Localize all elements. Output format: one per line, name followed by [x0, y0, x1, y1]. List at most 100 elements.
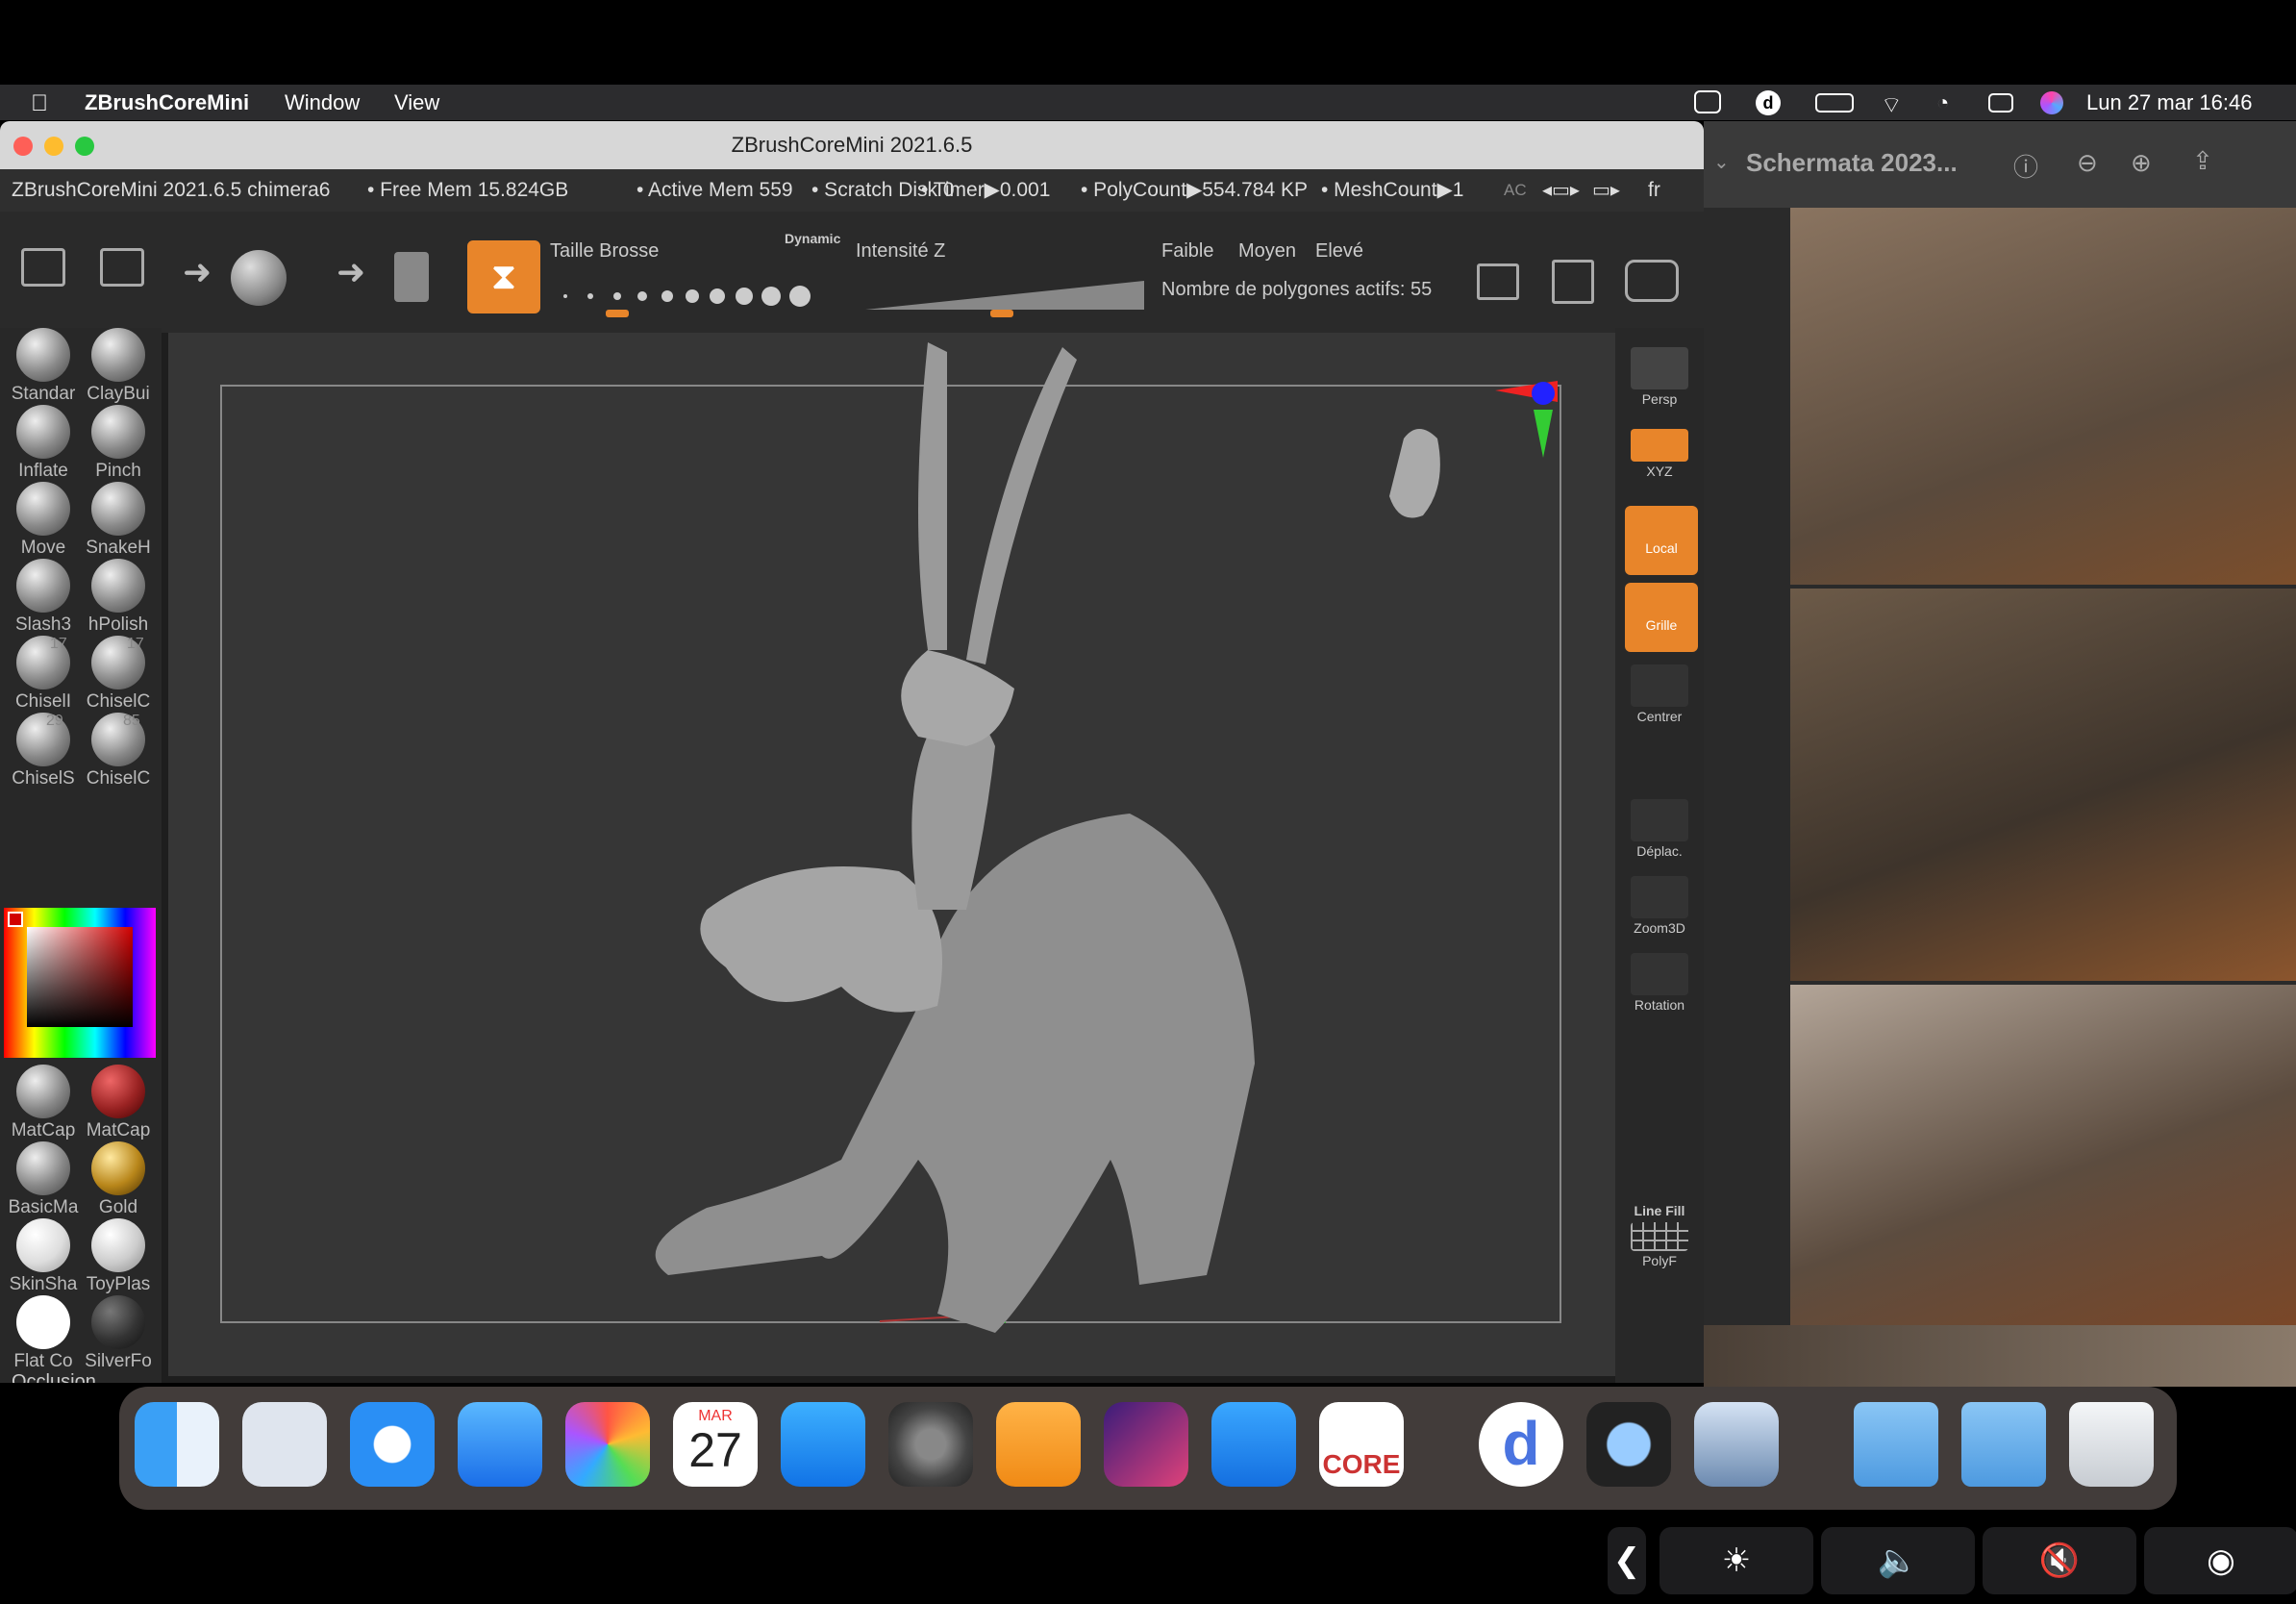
pages-icon[interactable] — [996, 1402, 1081, 1487]
system-settings-icon[interactable] — [888, 1402, 973, 1487]
brush-pinch[interactable]: Pinch — [81, 405, 156, 482]
brightness-icon[interactable]: ☀ — [1660, 1527, 1813, 1594]
occlusion-label[interactable]: Occlusion — [12, 1371, 96, 1383]
arrow-right-icon[interactable]: ➜ — [183, 252, 212, 292]
document-icon[interactable] — [1552, 260, 1594, 304]
level-mid-button[interactable]: Moyen — [1238, 240, 1296, 263]
photo-thumbnail-3[interactable] — [1790, 985, 2296, 1325]
xyz-button[interactable]: XYZ — [1623, 429, 1696, 479]
close-icon[interactable] — [13, 137, 33, 156]
brush-inflate[interactable]: Inflate — [6, 405, 81, 482]
apple-icon[interactable]:  — [31, 90, 48, 117]
mute-icon[interactable]: 🔇 — [1983, 1527, 2136, 1594]
battery-icon[interactable] — [1815, 93, 1854, 113]
color-picker[interactable] — [4, 908, 156, 1058]
symmetry-button[interactable]: ⧗ — [467, 240, 540, 313]
zoom-icon[interactable] — [75, 137, 94, 156]
share-icon[interactable]: ⇪ — [2192, 146, 2213, 176]
material-icon[interactable] — [394, 252, 429, 302]
brush-snakehook[interactable]: SnakeH — [81, 482, 156, 559]
material-matcap1[interactable]: MatCap — [6, 1065, 81, 1141]
menu-app-name[interactable]: ZBrushCoreMini — [85, 90, 249, 115]
material-silverfoil[interactable]: SilverFo — [81, 1295, 156, 1372]
brush-chisel1[interactable]: ChiselI — [6, 636, 81, 713]
photo-thumbnail-1[interactable] — [1790, 208, 2296, 585]
brush-standard[interactable]: Standar — [6, 328, 81, 405]
clock[interactable]: Lun 27 mar 16:46 — [2086, 90, 2252, 115]
brush-size-slider[interactable] — [562, 281, 831, 317]
safari-icon[interactable] — [350, 1402, 435, 1487]
z-intensity-slider[interactable] — [865, 277, 1146, 323]
sculpt-canvas[interactable] — [168, 333, 1615, 1376]
color-swatch[interactable] — [8, 912, 23, 927]
layout-icon[interactable]: ◂▭▸ — [1542, 169, 1580, 212]
rotation-button[interactable]: Rotation — [1623, 953, 1696, 1013]
wifi-icon[interactable]: ⌔ — [1881, 90, 1903, 119]
volume-icon[interactable]: 🔈 — [1821, 1527, 1975, 1594]
save-icon[interactable] — [100, 248, 144, 287]
local-button[interactable]: Local — [1625, 506, 1698, 575]
language[interactable]: fr — [1648, 169, 1660, 212]
arrow-right2-icon[interactable]: ➜ — [337, 252, 365, 292]
app-store-icon[interactable] — [781, 1402, 865, 1487]
menu-window[interactable]: Window — [285, 90, 360, 115]
camera-icon[interactable] — [1625, 260, 1679, 302]
quicktime-icon[interactable] — [1586, 1402, 1671, 1487]
material-basic[interactable]: BasicMa — [6, 1141, 81, 1218]
center-button[interactable]: Centrer — [1623, 664, 1696, 724]
material-gold[interactable]: Gold — [81, 1141, 156, 1218]
minimize-icon[interactable] — [44, 137, 63, 156]
d-app-icon[interactable]: d — [1479, 1402, 1563, 1487]
mail-icon[interactable] — [458, 1402, 542, 1487]
calendar-icon[interactable]: MAR 27 — [673, 1402, 758, 1487]
zoom-out-icon[interactable]: ⊖ — [2077, 148, 2098, 178]
level-high-button[interactable]: Elevé — [1315, 240, 1363, 263]
image-icon[interactable] — [1477, 263, 1519, 300]
trash-icon[interactable] — [2069, 1402, 2154, 1487]
siri-icon[interactable] — [2040, 91, 2063, 114]
level-low-button[interactable]: Faible — [1161, 240, 1213, 263]
control-center-icon[interactable] — [1988, 93, 2013, 113]
material-toyplastic[interactable]: ToyPlas — [81, 1218, 156, 1295]
persp-button[interactable]: Persp — [1623, 347, 1696, 407]
menu-extra-icon[interactable] — [1694, 90, 1721, 113]
photos-icon[interactable] — [565, 1402, 650, 1487]
move-button[interactable]: Déplac. — [1623, 799, 1696, 859]
brush-chisel2[interactable]: ChiselC — [81, 636, 156, 713]
finder-icon[interactable] — [135, 1402, 219, 1487]
zoom-in-icon[interactable]: ⊕ — [2131, 148, 2152, 178]
zbrushcore-icon[interactable]: CORE — [1319, 1402, 1404, 1487]
grid-button[interactable]: Grille — [1625, 583, 1698, 652]
preview-app-icon[interactable] — [1694, 1402, 1779, 1487]
open-icon[interactable] — [21, 248, 65, 287]
home-app-icon[interactable] — [1104, 1402, 1188, 1487]
menu-view[interactable]: View — [394, 90, 439, 115]
downloads-folder-icon[interactable] — [1854, 1402, 1938, 1487]
polyf-button[interactable]: PolyF — [1623, 1222, 1696, 1268]
brush-claybuildup[interactable]: ClayBui — [81, 328, 156, 405]
brush-slash3[interactable]: Slash3 — [6, 559, 81, 636]
material-skinshade[interactable]: SkinSha — [6, 1218, 81, 1295]
sidebar-toggle-icon[interactable]: ⌄ — [1713, 150, 1730, 174]
material-flatcolor[interactable]: Flat Co — [6, 1295, 81, 1372]
brush-chisel3[interactable]: ChiselS — [6, 713, 81, 789]
brush-move[interactable]: Move — [6, 482, 81, 559]
info-icon[interactable]: ⓘ — [2013, 148, 2038, 184]
user-icon[interactable]: ◔ — [1936, 90, 1949, 115]
applications-folder-icon[interactable] — [1961, 1402, 2046, 1487]
sphere-icon[interactable] — [231, 250, 287, 306]
zoom3d-button[interactable]: Zoom3D — [1623, 876, 1696, 936]
siri-touchbar-icon[interactable]: ◉ — [2144, 1527, 2296, 1594]
canvas-viewport[interactable] — [168, 333, 1615, 1376]
brush-chisel4[interactable]: ChiselC — [81, 713, 156, 789]
d-status-icon[interactable]: d — [1756, 90, 1781, 115]
photo-thumbnail-2[interactable] — [1790, 589, 2296, 981]
material-matcap2[interactable]: MatCap — [81, 1065, 156, 1141]
brush-hpolish[interactable]: hPolish — [81, 559, 156, 636]
keynote-icon[interactable] — [1211, 1402, 1296, 1487]
collapse-icon[interactable]: ❮ — [1608, 1527, 1646, 1594]
dynamic-label[interactable]: Dynamic — [785, 231, 840, 246]
layout2-icon[interactable]: ▭▸ — [1592, 169, 1620, 212]
launchpad-icon[interactable] — [242, 1402, 327, 1487]
color-square[interactable] — [27, 927, 133, 1027]
